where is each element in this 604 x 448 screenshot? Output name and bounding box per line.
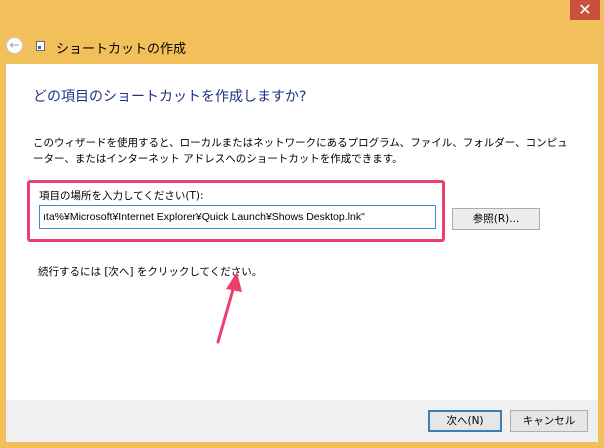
next-button[interactable]: 次へ(N) <box>428 410 502 432</box>
annotation-arrow <box>216 272 242 344</box>
cancel-button[interactable]: キャンセル <box>510 410 588 432</box>
